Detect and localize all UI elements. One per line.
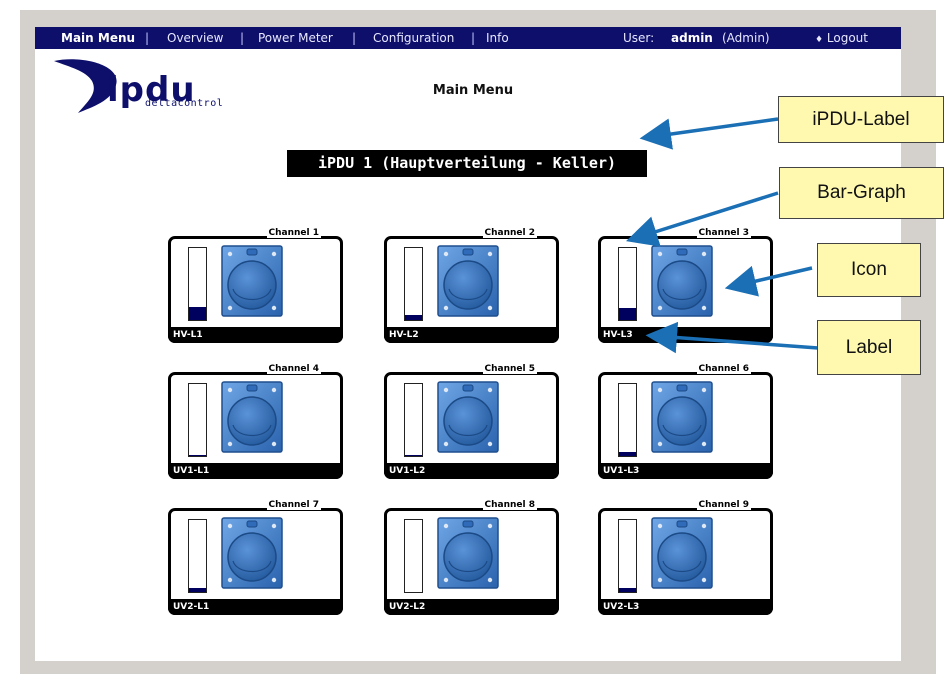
callout-icon: Icon [817,243,921,297]
callout-label: Label [817,320,921,375]
arrow-label [645,321,819,354]
arrow-bar-graph [625,191,779,247]
arrow-icon [724,265,813,297]
callout-bar-graph: Bar-Graph [779,167,944,219]
callout-ipdu-label: iPDU-Label [778,96,944,143]
arrow-ipdu-label [639,117,779,150]
